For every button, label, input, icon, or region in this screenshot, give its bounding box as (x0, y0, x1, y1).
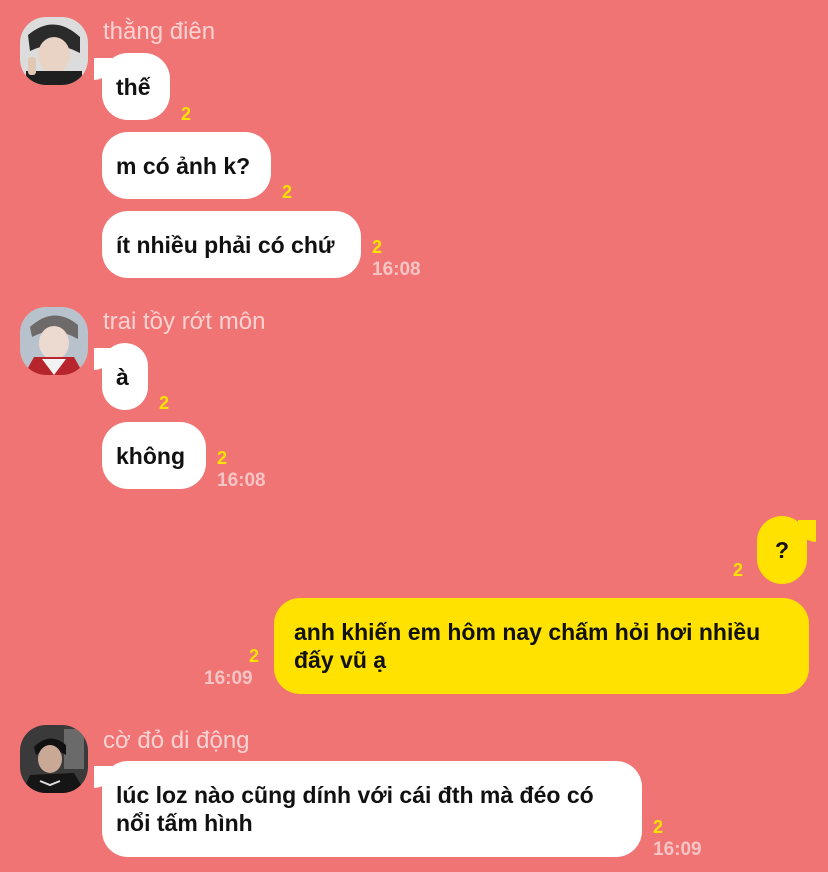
message-bubble[interactable]: thế (102, 53, 170, 120)
message-bubble[interactable]: không (102, 422, 206, 489)
unread-count: 2 (159, 393, 170, 413)
sender-name: trai tồy rớt môn (103, 308, 266, 335)
avatar-thang-dien[interactable] (20, 17, 88, 85)
unread-count: 2 (733, 560, 744, 580)
chat-screen: { "theme": { "background": "#f17474", "i… (0, 0, 828, 872)
unread-count: 2 (282, 182, 293, 202)
sender-name: cờ đỏ di động (103, 727, 250, 754)
unread-count: 2 (217, 448, 228, 468)
avatar-co-do-di-dong[interactable] (20, 725, 88, 793)
unread-count: 2 (249, 646, 260, 666)
message-text: thế (116, 73, 151, 100)
unread-count: 2 (181, 104, 192, 124)
message-text: lúc loz nào cũng dính với cái đth mà đéo… (116, 782, 594, 836)
sender-name: thằng điên (103, 18, 216, 45)
message-bubble[interactable]: anh khiến em hôm nay chấm hỏi hơi nhiều … (274, 598, 809, 694)
message-bubble[interactable]: lúc loz nào cũng dính với cái đth mà đéo… (102, 761, 642, 857)
message-time: 16:09 (204, 668, 253, 689)
unread-count: 2 (372, 237, 383, 257)
message-bubble[interactable]: ? (757, 516, 807, 584)
unread-count: 2 (653, 817, 664, 837)
message-time: 16:08 (217, 470, 266, 491)
message-text: m có ảnh k? (116, 152, 251, 179)
message-bubble[interactable]: à (102, 343, 148, 410)
message-bubble[interactable]: ít nhiều phải có chứ (102, 211, 361, 278)
message-text: anh khiến em hôm nay chấm hỏi hơi nhiều … (294, 619, 761, 673)
message-text: ? (774, 537, 790, 563)
message-text: không (116, 442, 185, 469)
message-time: 16:08 (372, 259, 421, 280)
message-time: 16:09 (653, 839, 702, 860)
message-text: ít nhiều phải có chứ (116, 231, 335, 258)
message-text: à (116, 363, 129, 390)
message-bubble[interactable]: m có ảnh k? (102, 132, 271, 199)
avatar-trai-toy-rot-mon[interactable] (20, 307, 88, 375)
